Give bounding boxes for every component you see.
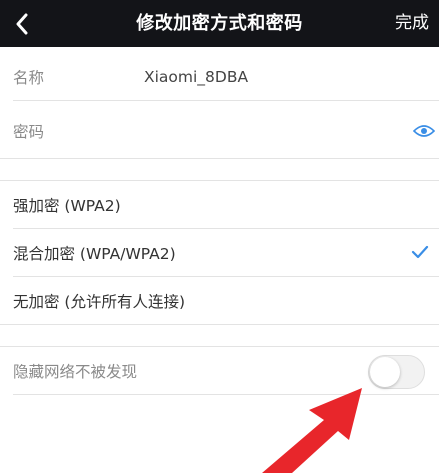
chevron-left-icon xyxy=(16,13,28,34)
encryption-option-mixed[interactable]: 混合加密 (WPA/WPA2) xyxy=(0,229,439,277)
network-name-row[interactable]: 名称 Xiaomi_8DBA xyxy=(0,53,439,101)
done-button[interactable]: 完成 xyxy=(395,0,429,47)
encryption-option-label: 混合加密 (WPA/WPA2) xyxy=(13,245,176,263)
hidden-network-toggle[interactable] xyxy=(368,355,425,389)
password-row[interactable]: 密码 xyxy=(0,107,439,155)
encryption-option-label: 强加密 (WPA2) xyxy=(13,197,121,215)
divider xyxy=(13,394,439,395)
nav-bar: 修改加密方式和密码 完成 xyxy=(0,0,439,47)
network-name-value[interactable]: Xiaomi_8DBA xyxy=(144,68,248,86)
password-label: 密码 xyxy=(13,123,45,141)
encryption-option-label: 无加密 (允许所有人连接) xyxy=(13,293,186,311)
toggle-knob xyxy=(370,357,400,387)
network-name-label: 名称 xyxy=(13,69,45,87)
page-title: 修改加密方式和密码 xyxy=(136,13,303,34)
hidden-network-label: 隐藏网络不被发现 xyxy=(13,363,138,381)
encryption-option-none[interactable]: 无加密 (允许所有人连接) xyxy=(0,277,439,325)
divider xyxy=(13,100,439,101)
divider xyxy=(0,158,439,159)
divider xyxy=(0,324,439,325)
checkmark-icon xyxy=(411,245,429,259)
eye-icon[interactable] xyxy=(413,123,435,139)
encryption-option-wpa2[interactable]: 强加密 (WPA2) xyxy=(0,181,439,229)
back-button[interactable] xyxy=(0,0,44,47)
